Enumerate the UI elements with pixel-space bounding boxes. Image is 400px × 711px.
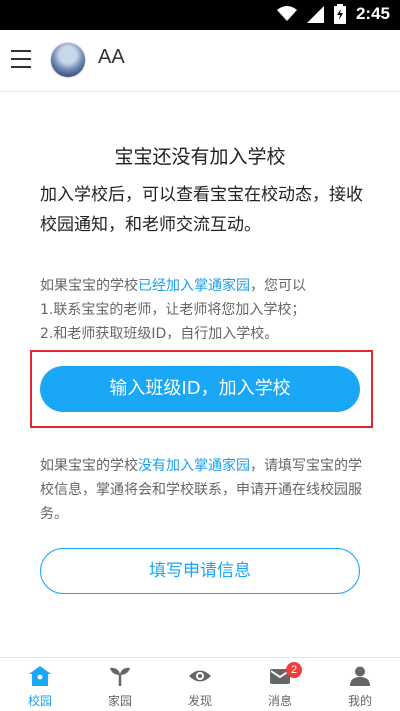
eye-icon [187, 664, 213, 688]
apply-info-button[interactable]: 填写申请信息 [40, 548, 360, 594]
joined-prefix: 如果宝宝的学校 [40, 278, 138, 294]
unread-badge: 2 [286, 662, 302, 678]
bottom-tab-bar: 校园 家园 发现 2 消息 我的 [0, 657, 400, 711]
join-class-button[interactable]: 输入班级ID，加入学校 [40, 366, 360, 412]
tab-discover[interactable]: 发现 [160, 658, 240, 711]
tab-messages[interactable]: 2 消息 [240, 658, 320, 711]
joined-step-1: 1.联系宝宝的老师，让老师将您加入学校； [40, 302, 306, 318]
tab-home[interactable]: 家园 [80, 658, 160, 711]
joined-highlight: 已经加入掌通家园 [138, 278, 250, 294]
not-joined-prefix: 如果宝宝的学校 [40, 458, 138, 474]
top-header: AA [0, 30, 400, 92]
wifi-icon [276, 6, 297, 21]
status-time: 2:45 [355, 4, 390, 23]
tab-label: 我的 [347, 694, 372, 708]
page-title: 宝宝还没有加入学校 [114, 146, 286, 168]
profile-icon [347, 664, 373, 688]
tab-profile[interactable]: 我的 [320, 658, 400, 711]
battery-icon [333, 4, 346, 24]
tab-label: 校园 [27, 694, 52, 708]
tab-label: 消息 [267, 694, 292, 708]
tab-label: 发现 [187, 694, 212, 708]
joined-suffix: ，您可以 [250, 278, 306, 294]
tab-school[interactable]: 校园 [0, 658, 80, 711]
tab-label: 家园 [107, 694, 132, 708]
username: AA [98, 46, 125, 68]
menu-icon[interactable] [11, 50, 31, 68]
joined-step-2: 2.和老师获取班级ID，自行加入学校。 [40, 326, 279, 342]
status-bar: 2:45 [0, 0, 400, 30]
intro-text: 加入学校后，可以查看宝宝在校动态，接收校园通知，和老师交流互动。 [40, 185, 363, 235]
not-joined-highlight: 没有加入掌通家园 [138, 458, 250, 474]
signal-icon [306, 5, 324, 23]
not-joined-school-info: 如果宝宝的学校没有加入掌通家园，请填写宝宝的学校信息，掌通将会和学校联系，申请开… [40, 454, 372, 526]
joined-school-info: 如果宝宝的学校已经加入掌通家园，您可以 1.联系宝宝的老师，让老师将您加入学校；… [40, 274, 372, 346]
school-icon [27, 664, 53, 688]
sprout-icon [107, 664, 133, 688]
avatar[interactable] [50, 42, 86, 78]
